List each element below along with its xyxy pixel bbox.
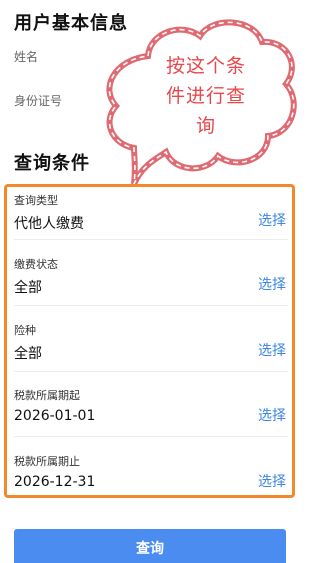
payment-status-value: 全部 bbox=[14, 280, 42, 296]
payment-status-select-link[interactable]: 选择 bbox=[258, 274, 286, 294]
insurance-type-label: 险种 bbox=[14, 324, 36, 337]
divider bbox=[14, 239, 288, 240]
insurance-type-value: 全部 bbox=[14, 346, 42, 362]
query-type-value: 代他人缴费 bbox=[14, 216, 84, 232]
insurance-type-select-link[interactable]: 选择 bbox=[258, 340, 286, 360]
name-label: 姓名 bbox=[14, 50, 39, 64]
callout-text: 按这个条 件进行查 询 bbox=[150, 51, 262, 141]
tax-period-start-label: 税款所属期起 bbox=[14, 389, 80, 402]
query-conditions-title: 查询条件 bbox=[14, 153, 90, 174]
divider bbox=[14, 436, 288, 437]
tax-period-end-value: 2026-12-31 bbox=[14, 474, 96, 490]
tax-period-start-select-link[interactable]: 选择 bbox=[258, 405, 286, 425]
callout-line-2: 件进行查 bbox=[165, 85, 246, 107]
tax-period-end-select-link[interactable]: 选择 bbox=[258, 471, 286, 491]
id-number-label: 身份证号 bbox=[14, 94, 63, 108]
annotation-callout: 按这个条 件进行查 询 bbox=[104, 14, 300, 204]
divider bbox=[14, 371, 288, 372]
callout-line-1: 按这个条 bbox=[165, 55, 246, 77]
callout-line-3: 询 bbox=[195, 115, 216, 137]
payment-status-label: 缴费状态 bbox=[14, 258, 58, 271]
query-type-select-link[interactable]: 选择 bbox=[258, 210, 286, 230]
tax-period-end-label: 税款所属期止 bbox=[14, 455, 80, 468]
query-button[interactable]: 查询 bbox=[14, 529, 286, 563]
divider bbox=[14, 305, 288, 306]
query-type-label: 查询类型 bbox=[14, 194, 58, 207]
tax-period-start-value: 2026-01-01 bbox=[14, 408, 96, 424]
